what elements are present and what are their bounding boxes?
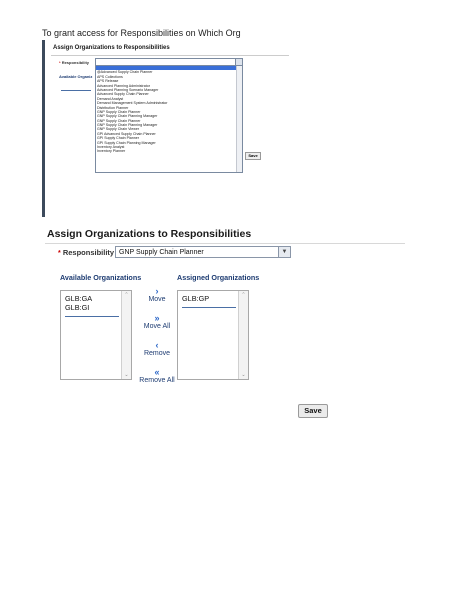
double-chevron-left-icon[interactable]: « [136, 368, 178, 377]
small-available-underline [61, 90, 91, 91]
small-required-mark: * [59, 60, 61, 65]
available-organizations-list[interactable]: GLB:GA GLB:GI ⌃ ⌄ [60, 290, 132, 380]
small-responsibility-label: * Responsibility [59, 60, 89, 65]
small-screenshot: Assign Organizations to Responsibilities… [42, 40, 295, 217]
small-page-title: Assign Organizations to Responsibilities [53, 45, 170, 51]
move-button[interactable]: › Move [136, 287, 178, 304]
responsibility-select[interactable]: GNP Supply Chain Planner ▼ [115, 246, 291, 258]
move-all-button[interactable]: » Move All [136, 314, 178, 331]
remove-button[interactable]: ‹ Remove [136, 341, 178, 358]
list-underline [182, 307, 236, 308]
responsibility-dropdown-list[interactable]: @Advanced Supply Chain Planner APS Collec… [95, 65, 243, 173]
chevron-left-icon[interactable]: ‹ [136, 341, 178, 350]
move-label[interactable]: Move [148, 296, 165, 303]
remove-all-label[interactable]: Remove All [139, 377, 174, 384]
assigned-organizations-list[interactable]: GLB:GP ⌃ ⌄ [177, 290, 249, 380]
available-organizations-label: Available Organizations [60, 273, 142, 282]
title-divider [45, 243, 405, 244]
small-save-button[interactable]: Save [245, 152, 261, 160]
chevron-down-icon[interactable]: ▼ [278, 247, 290, 257]
scroll-up-icon[interactable]: ⌃ [239, 292, 248, 298]
responsibility-select-value: GNP Supply Chain Planner [119, 249, 204, 256]
required-mark: * [58, 250, 61, 257]
dropdown-scrollbar[interactable] [236, 66, 242, 172]
save-button[interactable]: Save [298, 404, 328, 418]
list-scrollbar[interactable]: ⌃ ⌄ [238, 291, 248, 379]
small-available-label: Available Organiz [59, 74, 93, 79]
page-title: Assign Organizations to Responsibilities [47, 228, 252, 240]
scroll-up-icon[interactable]: ⌃ [122, 292, 131, 298]
responsibility-label: * Responsibility [58, 248, 114, 257]
dropdown-option[interactable]: Inventory Planner [96, 149, 242, 153]
remove-label[interactable]: Remove [144, 350, 170, 357]
list-underline [65, 316, 119, 317]
scroll-down-icon[interactable]: ⌄ [122, 372, 131, 378]
chevron-right-icon[interactable]: › [136, 287, 178, 296]
small-responsibility-label-text: Responsibility [61, 60, 90, 65]
list-scrollbar[interactable]: ⌃ ⌄ [121, 291, 131, 379]
intro-text: To grant access for Responsibilities on … [42, 28, 241, 38]
double-chevron-right-icon[interactable]: » [136, 314, 178, 323]
remove-all-button[interactable]: « Remove All [136, 368, 178, 385]
assigned-organizations-label: Assigned Organizations [177, 273, 260, 282]
move-all-label[interactable]: Move All [144, 323, 170, 330]
small-title-divider [51, 55, 289, 56]
responsibility-label-text: Responsibility [62, 248, 115, 257]
scroll-down-icon[interactable]: ⌄ [239, 372, 248, 378]
